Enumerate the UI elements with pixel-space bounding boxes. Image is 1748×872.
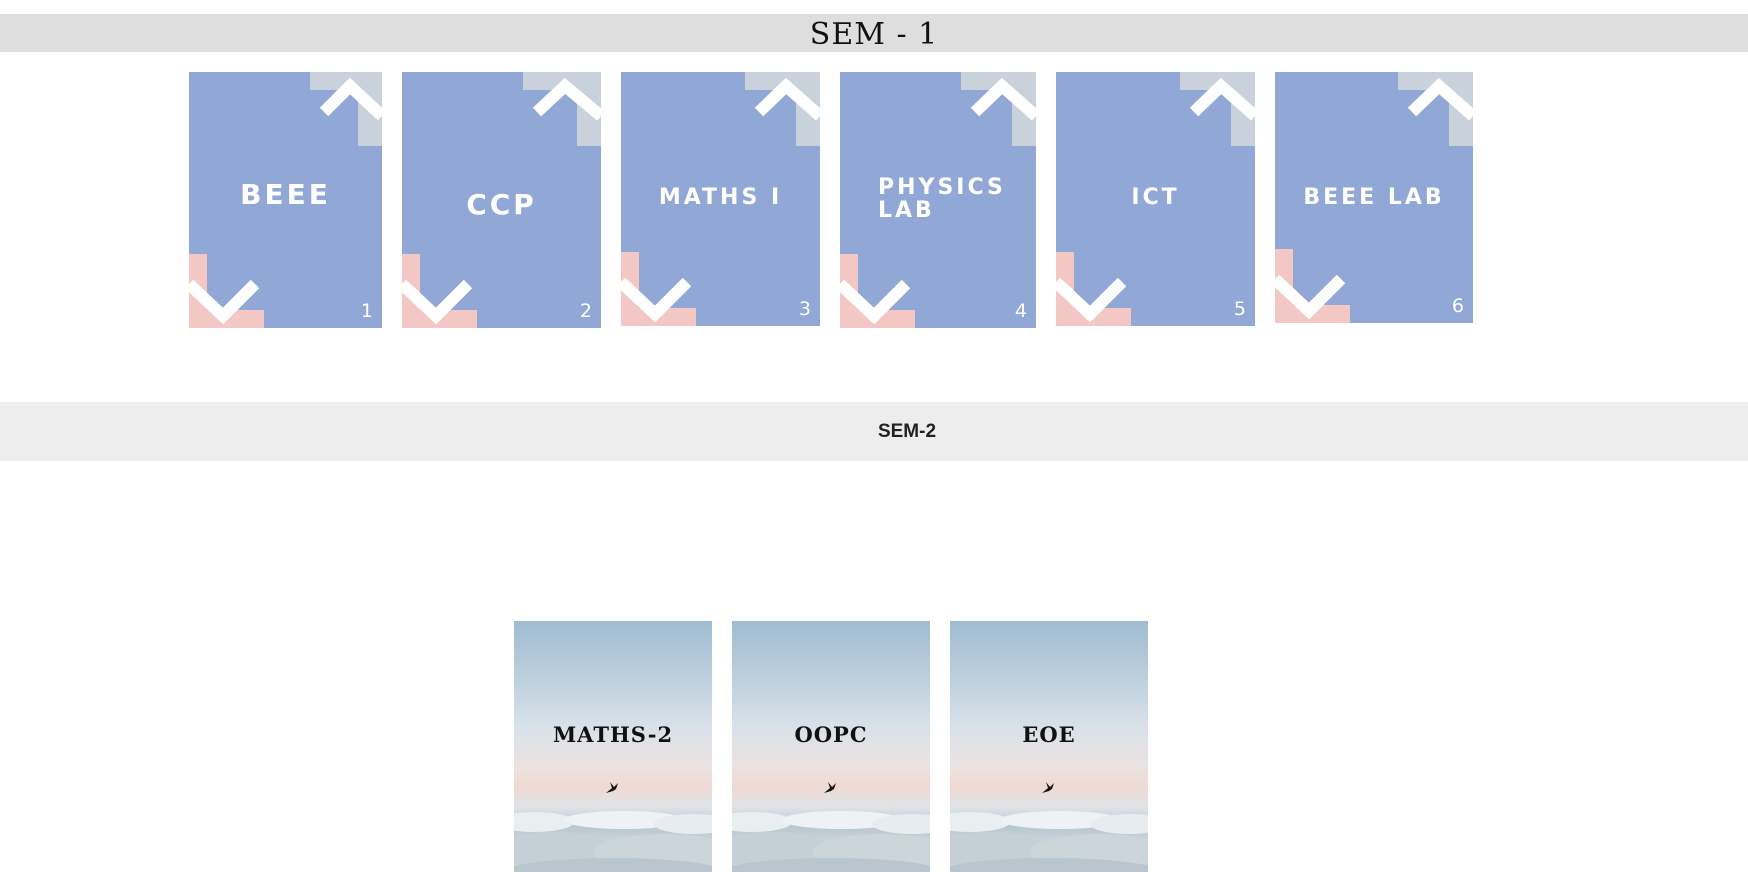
course-card-oopc[interactable]: OOPC xyxy=(732,621,930,872)
clouds-decoration xyxy=(732,811,930,872)
sem2-title: SEM-2 xyxy=(877,420,937,442)
course-card-beee[interactable]: BEEE 1 xyxy=(189,72,382,328)
course-number: 1 xyxy=(360,300,373,322)
course-card-ccp[interactable]: CCP 2 xyxy=(402,72,601,328)
clouds-decoration xyxy=(514,811,712,872)
course-label: MATHS-2 xyxy=(552,722,674,747)
course-card-maths-i[interactable]: MATHS I 3 xyxy=(621,72,820,326)
course-card-physics-lab[interactable]: PHYSICS LAB 4 xyxy=(840,72,1036,328)
course-card-ict[interactable]: ICT 5 xyxy=(1056,72,1255,326)
sem1-title: SEM - 1 xyxy=(809,16,939,52)
clouds-decoration xyxy=(950,811,1148,872)
course-number: 5 xyxy=(1233,298,1246,320)
course-number: 6 xyxy=(1451,295,1464,317)
course-label: BEEE LAB xyxy=(1303,185,1445,210)
course-card-beee-lab[interactable]: BEEE LAB 6 xyxy=(1275,72,1473,323)
course-number: 4 xyxy=(1014,300,1027,322)
course-card-maths-2[interactable]: MATHS-2 xyxy=(514,621,712,872)
course-label: CCP xyxy=(466,188,537,221)
course-label: PHYSICS LAB xyxy=(878,175,1006,224)
course-label: BEEE xyxy=(240,178,331,211)
course-label: EOE xyxy=(1022,722,1076,747)
course-number: 3 xyxy=(798,298,811,320)
sem1-header: SEM - 1 xyxy=(0,14,1748,52)
course-label: OOPC xyxy=(794,722,868,747)
sem2-header: SEM-2 xyxy=(0,402,1748,461)
course-number: 2 xyxy=(579,300,592,322)
course-card-eoe[interactable]: EOE xyxy=(950,621,1148,872)
course-label: ICT xyxy=(1131,185,1180,210)
course-label: MATHS I xyxy=(658,185,783,210)
